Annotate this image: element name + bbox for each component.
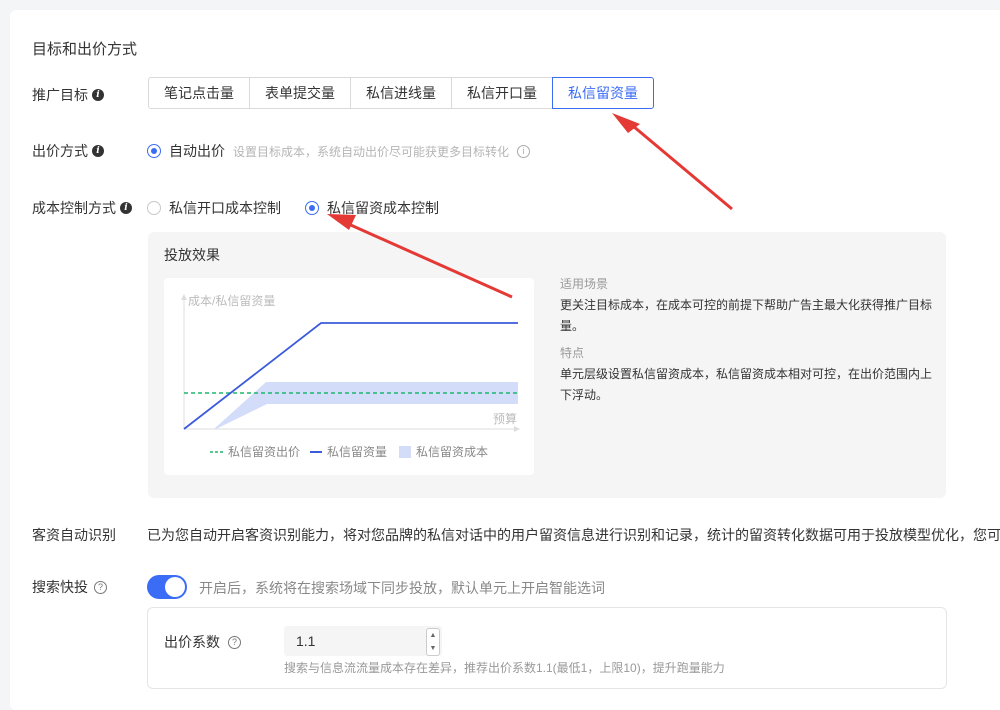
promotion-option-dm-leads[interactable]: 私信留资量 — [552, 77, 654, 109]
coef-stepper[interactable]: ▲ ▼ — [426, 628, 440, 656]
effect-chart: 成本/私信留资量 预算 私信留资出价 私信留资量 私信留资成本 — [164, 278, 534, 475]
radio-circle-icon — [147, 201, 161, 215]
promotion-option-note-clicks[interactable]: 笔记点击量 — [148, 77, 250, 109]
search-toggle[interactable] — [147, 575, 187, 599]
dm-open-cost-label: 私信开口成本控制 — [169, 200, 281, 216]
info-icon[interactable]: i — [92, 89, 104, 101]
cost-band — [184, 382, 518, 429]
chevron-up-icon[interactable]: ▲ — [430, 632, 437, 640]
chevron-down-icon[interactable]: ▼ — [430, 645, 437, 653]
section-title: 目标和出价方式 — [32, 41, 138, 58]
customer-identify-label: 客资自动识别 — [32, 527, 116, 543]
x-axis-label: 预算 — [493, 411, 517, 426]
help-icon[interactable]: i — [517, 144, 531, 158]
legend-bid-label: 私信留资出价 — [228, 445, 300, 459]
coef-label: 出价系数 — [164, 634, 220, 650]
dm-open-cost-radio[interactable]: 私信开口成本控制 — [147, 198, 281, 218]
legend-cost-swatch — [399, 446, 411, 458]
x-axis-arrow-icon — [514, 426, 520, 432]
search-label: 搜索快投 — [32, 579, 88, 595]
y-axis-arrow-icon — [181, 294, 187, 300]
question-icon[interactable]: ? — [228, 635, 241, 649]
coef-label-row: 出价系数 ? — [164, 632, 241, 652]
bidding-hint: 设置目标成本，系统自动出价尽可能获更多目标转化 — [233, 144, 510, 159]
chart-svg: 成本/私信留资量 预算 私信留资出价 私信留资量 私信留资成本 — [181, 294, 520, 459]
coef-note: 搜索与信息流流量成本存在差异，推荐出价系数1.1(最低1，上限10)，提升跑量能… — [284, 661, 725, 675]
promotion-segmented-control: 笔记点击量 表单提交量 私信进线量 私信开口量 私信留资量 — [148, 77, 654, 109]
dm-lead-cost-label: 私信留资成本控制 — [327, 200, 439, 216]
scene-title: 适用场景 — [560, 277, 609, 291]
y-axis-label: 成本/私信留资量 — [188, 294, 275, 308]
coef-input-wrapper: ▲ ▼ — [284, 626, 442, 656]
dm-lead-cost-radio[interactable]: 私信留资成本控制 — [305, 198, 439, 218]
auto-bid-label: 自动出价 — [169, 143, 225, 159]
effect-title: 投放效果 — [164, 247, 220, 263]
promotion-label: 推广目标 — [32, 87, 88, 103]
auto-bid-radio[interactable]: 自动出价 — [147, 141, 225, 161]
legend-cost-label: 私信留资成本 — [416, 445, 488, 459]
promotion-option-form-submits[interactable]: 表单提交量 — [249, 77, 351, 109]
info-icon[interactable]: i — [120, 202, 132, 214]
promotion-option-dm-entries[interactable]: 私信进线量 — [350, 77, 452, 109]
bidding-row: 自动出价 设置目标成本，系统自动出价尽可能获更多目标转化 i — [147, 141, 531, 161]
radio-circle-icon — [147, 144, 161, 158]
effect-description: 适用场景 更关注目标成本，在成本可控的前提下帮助广告主最大化获得推广目标量。 特… — [560, 274, 940, 406]
customer-identify-text: 已为您自动开启客资识别能力，将对您品牌的私信对话中的用户留资信息进行识别和记录，… — [147, 527, 1000, 543]
question-icon[interactable]: ? — [94, 580, 107, 594]
cost-control-radios: 私信开口成本控制 私信留资成本控制 — [147, 198, 439, 218]
radio-circle-icon — [305, 201, 319, 215]
chart-legend: 私信留资出价 私信留资量 私信留资成本 — [210, 445, 488, 459]
legend-volume-label: 私信留资量 — [327, 445, 387, 459]
customer-identify-label-row: 客资自动识别 — [32, 525, 116, 545]
scene-text: 更关注目标成本，在成本可控的前提下帮助广告主最大化获得推广目标量。 — [560, 298, 933, 333]
info-icon[interactable]: i — [92, 145, 104, 157]
bidding-label: 出价方式 — [32, 143, 88, 159]
search-label-row: 搜索快投 ? — [32, 577, 107, 597]
bidding-label-row: 出价方式 i — [32, 141, 104, 161]
promotion-option-dm-opens[interactable]: 私信开口量 — [451, 77, 553, 109]
search-hint: 开启后，系统将在搜索场域下同步投放，默认单元上开启智能选词 — [199, 580, 605, 596]
cost-control-label: 成本控制方式 — [32, 200, 116, 216]
toggle-knob — [165, 577, 185, 597]
promotion-label-row: 推广目标 i — [32, 85, 104, 105]
feature-text: 单元层级设置私信留资成本，私信留资成本相对可控，在出价范围内上下浮动。 — [560, 367, 933, 402]
search-settings-box — [147, 607, 947, 689]
cost-control-label-row: 成本控制方式 i — [32, 198, 132, 218]
coef-input[interactable] — [284, 626, 416, 656]
feature-title: 特点 — [560, 346, 585, 360]
